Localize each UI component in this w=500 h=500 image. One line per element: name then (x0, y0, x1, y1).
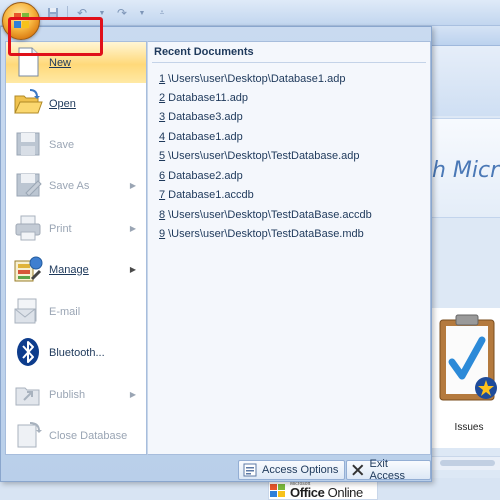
recent-document-path: Database3.adp (168, 111, 243, 123)
bluetooth-icon (17, 338, 39, 366)
recent-document-item[interactable]: 5 \Users\user\Desktop\TestDatabase.adp (159, 147, 360, 165)
menu-item-email[interactable]: E-mail (6, 291, 146, 332)
recent-document-number: 6 (159, 170, 166, 182)
recent-document-item[interactable]: 1 \Users\user\Desktop\Database1.adp (159, 70, 345, 88)
recent-document-item[interactable]: 3 Database3.adp (159, 108, 243, 126)
new-document-icon (18, 47, 39, 77)
close-database-icon (17, 422, 42, 448)
menu-item-label: Manage (49, 263, 89, 276)
menu-item-manage[interactable]: Manage ▶ (6, 249, 146, 290)
submenu-arrow-icon: ▶ (129, 224, 136, 233)
recent-document-path: Database1.accdb (168, 189, 254, 201)
redo-icon[interactable]: ↷ (113, 5, 131, 21)
recent-document-path: \Users\user\Desktop\TestDataBase.accdb (168, 209, 372, 221)
email-icon (14, 298, 37, 324)
folder-open-icon (14, 89, 43, 114)
office-button[interactable] (2, 2, 40, 40)
menu-item-label: Save (49, 138, 75, 151)
menu-item-label: Publish (49, 388, 86, 401)
menu-item-label: Save As (49, 179, 90, 192)
options-icon (243, 463, 257, 477)
recent-document-path: Database11.adp (168, 92, 249, 104)
chevron-down-icon[interactable]: ▼ (133, 5, 151, 21)
recent-document-path: \Users\user\Desktop\TestDataBase.mdb (168, 228, 364, 240)
menu-commands: New Open Save Save As ▶ Print ▶ Manage ▶… (5, 41, 147, 455)
recent-document-item[interactable]: 8 \Users\user\Desktop\TestDataBase.accdb (159, 206, 372, 224)
menu-item-new[interactable]: New (6, 42, 146, 83)
recent-document-item[interactable]: 4 Database1.adp (159, 128, 243, 146)
save-icon[interactable] (44, 5, 62, 21)
recent-document-path: \Users\user\Desktop\TestDatabase.adp (168, 150, 360, 162)
recent-document-number: 3 (159, 111, 166, 123)
exit-access-button[interactable]: Exit Access (346, 458, 431, 482)
recent-document-path: Database1.adp (168, 131, 243, 143)
issues-label: Issues (454, 422, 484, 433)
recent-document-path: Database2.adp (168, 170, 243, 182)
divider (152, 62, 426, 63)
menu-item-close-database[interactable]: Close Database (6, 415, 146, 456)
recent-document-number: 7 (159, 189, 166, 201)
office-menu: New Open Save Save As ▶ Print ▶ Manage ▶… (0, 26, 432, 482)
access-options-label: Access Options (262, 464, 339, 476)
scrollbar-thumb[interactable] (440, 460, 495, 466)
menu-item-publish[interactable]: Publish ▶ (6, 374, 146, 415)
menu-item-label: New (49, 56, 72, 69)
recent-documents-title: Recent Documents (154, 46, 254, 58)
save-icon (16, 132, 40, 156)
banner-text: h Micro (432, 158, 500, 183)
toolbar-separator (67, 6, 68, 20)
ribbon-tabs (430, 26, 500, 46)
office-logo-icon (14, 13, 29, 28)
recent-documents-panel: Recent Documents 1 \Users\user\Desktop\Da… (147, 41, 431, 455)
office-online-text: Office Online (290, 485, 363, 500)
ribbon (430, 46, 500, 116)
recent-document-number: 4 (159, 131, 166, 143)
menu-item-save[interactable]: Save (6, 124, 146, 165)
submenu-arrow-icon: ▶ (129, 390, 136, 399)
menu-item-label: Open (49, 97, 76, 110)
recent-document-number: 5 (159, 150, 166, 162)
menu-item-open[interactable]: Open (6, 83, 146, 124)
menu-item-label: E-mail (49, 305, 81, 318)
office-logo-icon (270, 484, 285, 497)
recent-document-number: 8 (159, 209, 166, 221)
customize-icon[interactable]: ⩡ (153, 5, 171, 21)
menu-item-save-as[interactable]: Save As ▶ (6, 165, 146, 206)
submenu-arrow-icon: ▶ (129, 181, 136, 190)
chevron-down-icon[interactable]: ▼ (93, 5, 111, 21)
menu-item-label: Print (49, 222, 72, 235)
printer-icon (15, 215, 41, 241)
recent-document-item[interactable]: 7 Database1.accdb (159, 186, 254, 204)
save-as-icon (16, 173, 42, 197)
quick-access-toolbar: ↶ ▼ ↷ ▼ ⩡ (44, 4, 171, 22)
recent-document-number: 1 (159, 73, 166, 85)
issues-template-icon[interactable] (438, 312, 498, 412)
submenu-arrow-icon: ▶ (129, 265, 136, 274)
recent-document-number: 9 (159, 228, 166, 240)
exit-access-label: Exit Access (369, 458, 406, 482)
undo-icon[interactable]: ↶ (73, 5, 91, 21)
publish-icon (15, 387, 40, 406)
manage-icon (14, 256, 43, 282)
recent-document-item[interactable]: 6 Database2.adp (159, 167, 243, 185)
recent-document-item[interactable]: 2 Database11.adp (159, 89, 248, 107)
close-icon (352, 464, 364, 476)
recent-document-path: \Users\user\Desktop\Database1.adp (168, 73, 346, 85)
menu-item-label: Bluetooth... (49, 346, 105, 359)
recent-document-item[interactable]: 9 \Users\user\Desktop\TestDataBase.mdb (159, 225, 364, 243)
menu-item-print[interactable]: Print ▶ (6, 208, 146, 249)
access-options-button[interactable]: Access Options (238, 460, 346, 480)
menu-item-bluetooth[interactable]: Bluetooth... (6, 332, 146, 373)
menu-item-label: Close Database (49, 429, 128, 442)
recent-document-number: 2 (159, 92, 166, 104)
